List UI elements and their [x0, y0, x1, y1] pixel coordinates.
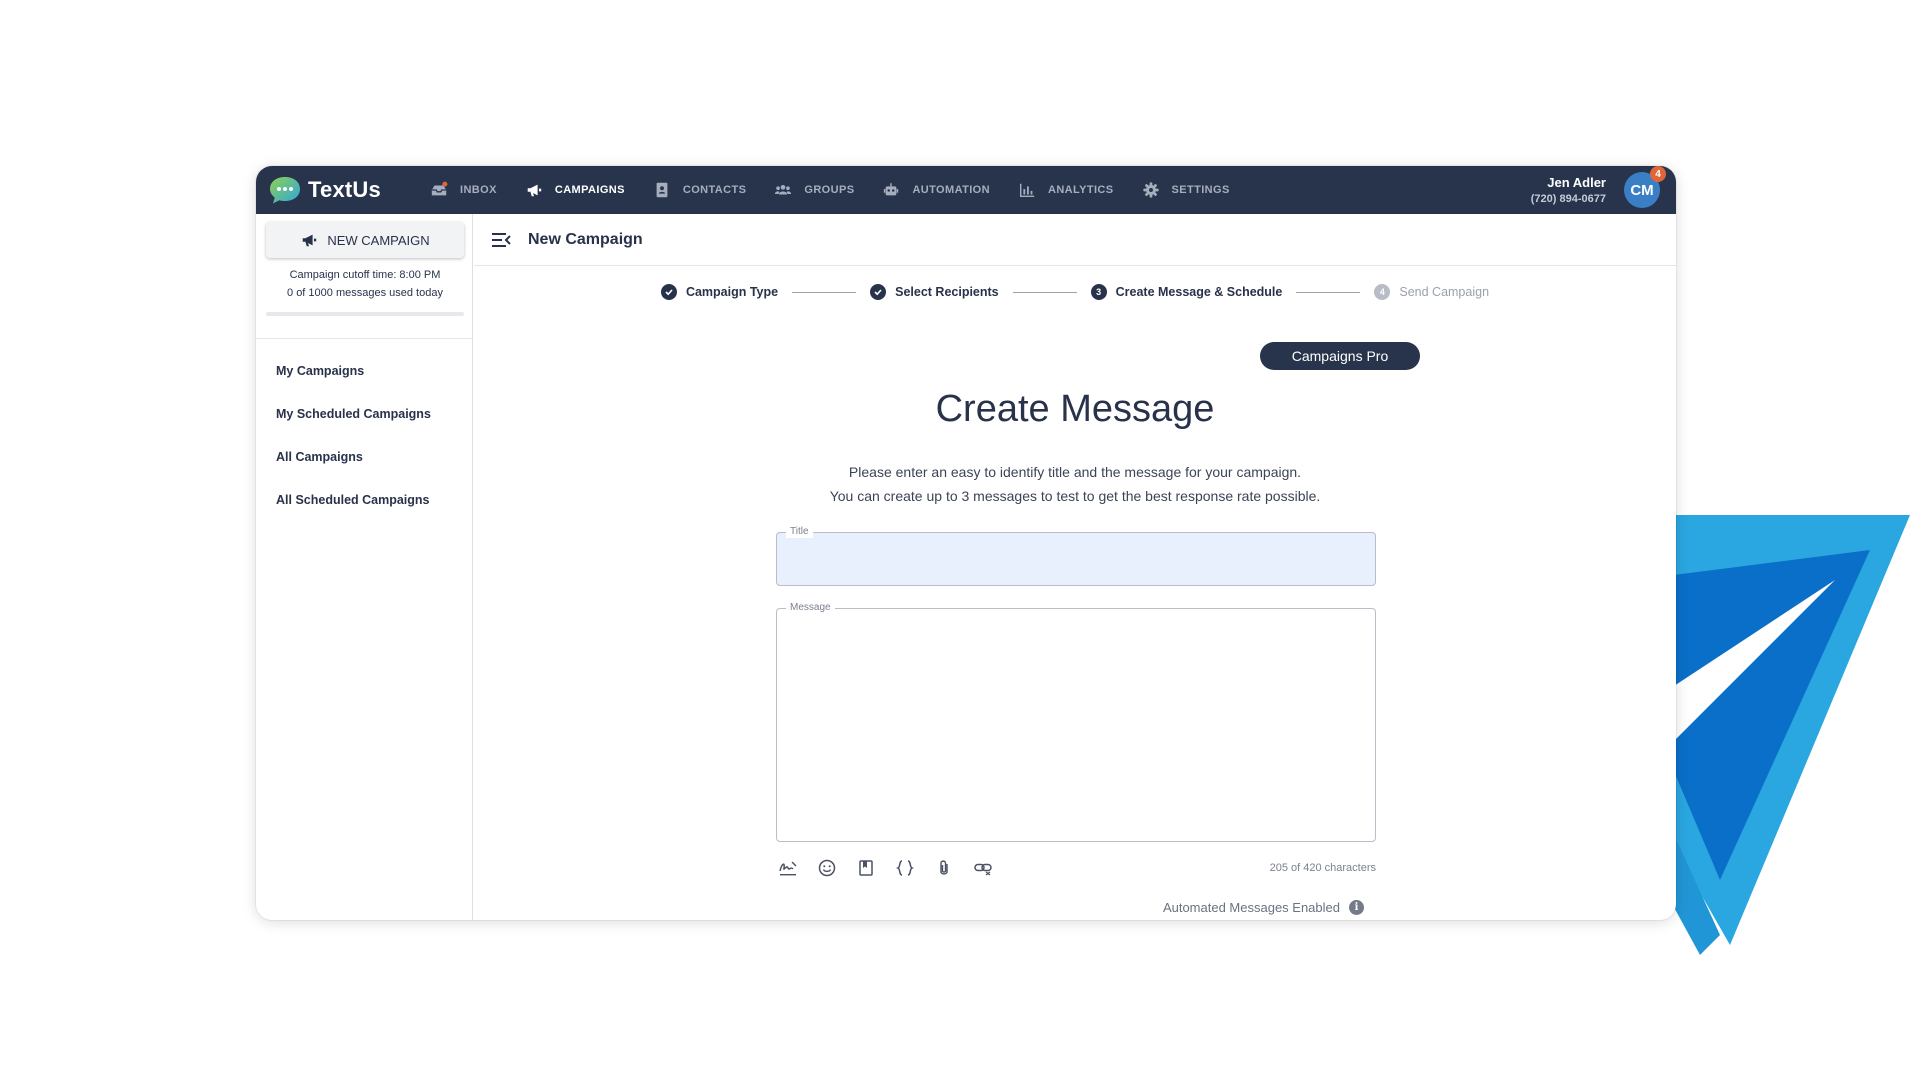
user-menu[interactable]: Jen Adler (720) 894-0677 CM 4 — [1531, 166, 1666, 208]
variables-button[interactable] — [893, 856, 917, 880]
link-button[interactable] — [971, 856, 995, 880]
step-connector — [792, 291, 857, 293]
nav-item-campaigns[interactable]: CAMPAIGNS — [511, 166, 639, 214]
sidebar-item-all-campaigns[interactable]: All Campaigns — [256, 436, 473, 479]
contact-book-icon — [656, 182, 668, 198]
automated-messages-status: Automated Messages Enabled i — [1163, 900, 1364, 915]
message-field-label: Message — [786, 602, 835, 614]
user-name: Jen Adler — [1547, 175, 1606, 190]
step-connector — [1296, 291, 1361, 293]
notification-badge: 4 — [1650, 166, 1666, 182]
step-campaign-type[interactable]: Campaign Type — [660, 284, 779, 300]
attachment-icon — [940, 860, 948, 875]
campaigns-pro-badge: Campaigns Pro — [1260, 342, 1420, 370]
variables-icon — [895, 860, 915, 876]
nav-item-settings[interactable]: SETTINGS — [1128, 166, 1244, 214]
step-connector — [1012, 291, 1077, 293]
info-icon[interactable]: i — [1349, 900, 1364, 915]
instructions: Please enter an easy to identify title a… — [474, 460, 1676, 508]
app-window: TextUs INBOX CAMPAIGNS CONTACTS GROUPS A… — [256, 166, 1676, 920]
create-message-heading: Create Message — [935, 388, 1215, 430]
main-content: New Campaign Campaign Type Select Recipi… — [474, 214, 1676, 920]
nav-label-contacts: CONTACTS — [682, 184, 747, 196]
emoji-icon — [818, 859, 836, 877]
automated-messages-text: Automated Messages Enabled — [1162, 900, 1340, 915]
chat-bubble-logo-icon — [270, 177, 300, 204]
groups-icon — [775, 184, 792, 195]
new-campaign-button[interactable]: NEW CAMPAIGN — [266, 222, 464, 258]
nav-item-analytics[interactable]: ANALYTICS — [1004, 166, 1128, 214]
nav-item-inbox[interactable]: INBOX — [416, 166, 511, 214]
step-send-campaign: 4 Send Campaign — [1374, 284, 1489, 300]
campaign-cutoff-info: Campaign cutoff time: 8:00 PM 0 of 1000 … — [266, 266, 464, 302]
check-circle-icon — [870, 284, 887, 300]
sidebar-item-my-scheduled-campaigns[interactable]: My Scheduled Campaigns — [256, 393, 473, 436]
step-number-badge: 4 — [1374, 284, 1391, 300]
nav-label-inbox: INBOX — [460, 184, 497, 196]
new-campaign-label: NEW CAMPAIGN — [327, 232, 430, 248]
nav-item-contacts[interactable]: CONTACTS — [639, 166, 761, 214]
step-label: Send Campaign — [1399, 285, 1490, 299]
top-navigation: TextUs INBOX CAMPAIGNS CONTACTS GROUPS A… — [256, 166, 1676, 214]
title-input[interactable] — [777, 533, 1375, 585]
title-field[interactable]: Title — [776, 526, 1376, 586]
nav-label-automation: AUTOMATION — [912, 184, 990, 196]
collapse-menu-icon[interactable] — [490, 229, 512, 251]
sidebar: NEW CAMPAIGN Campaign cutoff time: 8:00 … — [256, 214, 473, 920]
sidebar-list: My Campaigns My Scheduled Campaigns All … — [256, 350, 473, 522]
gear-icon — [1142, 182, 1159, 198]
instruction-line: Please enter an easy to identify title a… — [848, 464, 1302, 480]
character-count: 205 of 420 characters — [1269, 862, 1376, 874]
link-icon — [974, 863, 992, 876]
sidebar-item-my-campaigns[interactable]: My Campaigns — [256, 350, 473, 393]
nav-label-groups: GROUPS — [804, 184, 855, 196]
user-phone: (720) 894-0677 — [1530, 193, 1606, 205]
step-label: Select Recipients — [895, 285, 999, 299]
inbox-icon — [431, 181, 448, 196]
message-field[interactable]: Message — [776, 602, 1376, 842]
nav-item-automation[interactable]: AUTOMATION — [868, 166, 1004, 214]
check-circle-icon — [660, 284, 677, 300]
step-number-badge: 3 — [1090, 284, 1107, 300]
cutoff-time-text: Campaign cutoff time: 8:00 PM — [289, 269, 441, 281]
nav-label-analytics: ANALYTICS — [1047, 184, 1114, 196]
step-select-recipients[interactable]: Select Recipients — [870, 284, 999, 300]
attachment-button[interactable] — [932, 856, 956, 880]
nav-menu: INBOX CAMPAIGNS CONTACTS GROUPS AUTOMATI… — [416, 166, 1244, 214]
step-label: Campaign Type — [685, 285, 779, 299]
sidebar-divider — [256, 338, 473, 339]
sidebar-item-all-scheduled-campaigns[interactable]: All Scheduled Campaigns — [256, 479, 473, 522]
robot-icon — [884, 183, 899, 196]
nav-label-settings: SETTINGS — [1171, 184, 1230, 196]
usage-progress-bar — [266, 312, 464, 316]
brand-name: TextUs — [308, 177, 381, 202]
bar-chart-icon — [1019, 183, 1035, 198]
textus-logo[interactable]: TextUs — [268, 175, 416, 205]
instruction-line: You can create up to 3 messages to test … — [829, 488, 1321, 504]
title-field-label: Title — [786, 526, 813, 538]
main-header: New Campaign — [474, 214, 1676, 266]
megaphone-icon — [303, 234, 317, 247]
user-info: Jen Adler (720) 894-0677 — [1531, 175, 1606, 205]
campaign-stepper: Campaign Type Select Recipients 3 Create… — [474, 284, 1676, 300]
message-input[interactable] — [777, 609, 1375, 841]
step-create-message-schedule[interactable]: 3 Create Message & Schedule — [1090, 284, 1283, 300]
signature-button[interactable] — [776, 856, 800, 880]
message-toolbar: 205 of 420 characters — [776, 856, 1376, 880]
megaphone-icon — [527, 184, 542, 197]
template-icon — [859, 860, 873, 876]
step-label: Create Message & Schedule — [1115, 285, 1283, 299]
emoji-button[interactable] — [815, 856, 839, 880]
page-title: New Campaign — [528, 230, 643, 248]
nav-label-campaigns: CAMPAIGNS — [554, 184, 625, 196]
avatar-wrapper[interactable]: CM 4 — [1624, 166, 1666, 208]
signature-icon — [779, 861, 797, 876]
usage-text: 0 of 1000 messages used today — [287, 287, 443, 299]
template-button[interactable] — [854, 856, 878, 880]
nav-item-groups[interactable]: GROUPS — [760, 166, 868, 214]
